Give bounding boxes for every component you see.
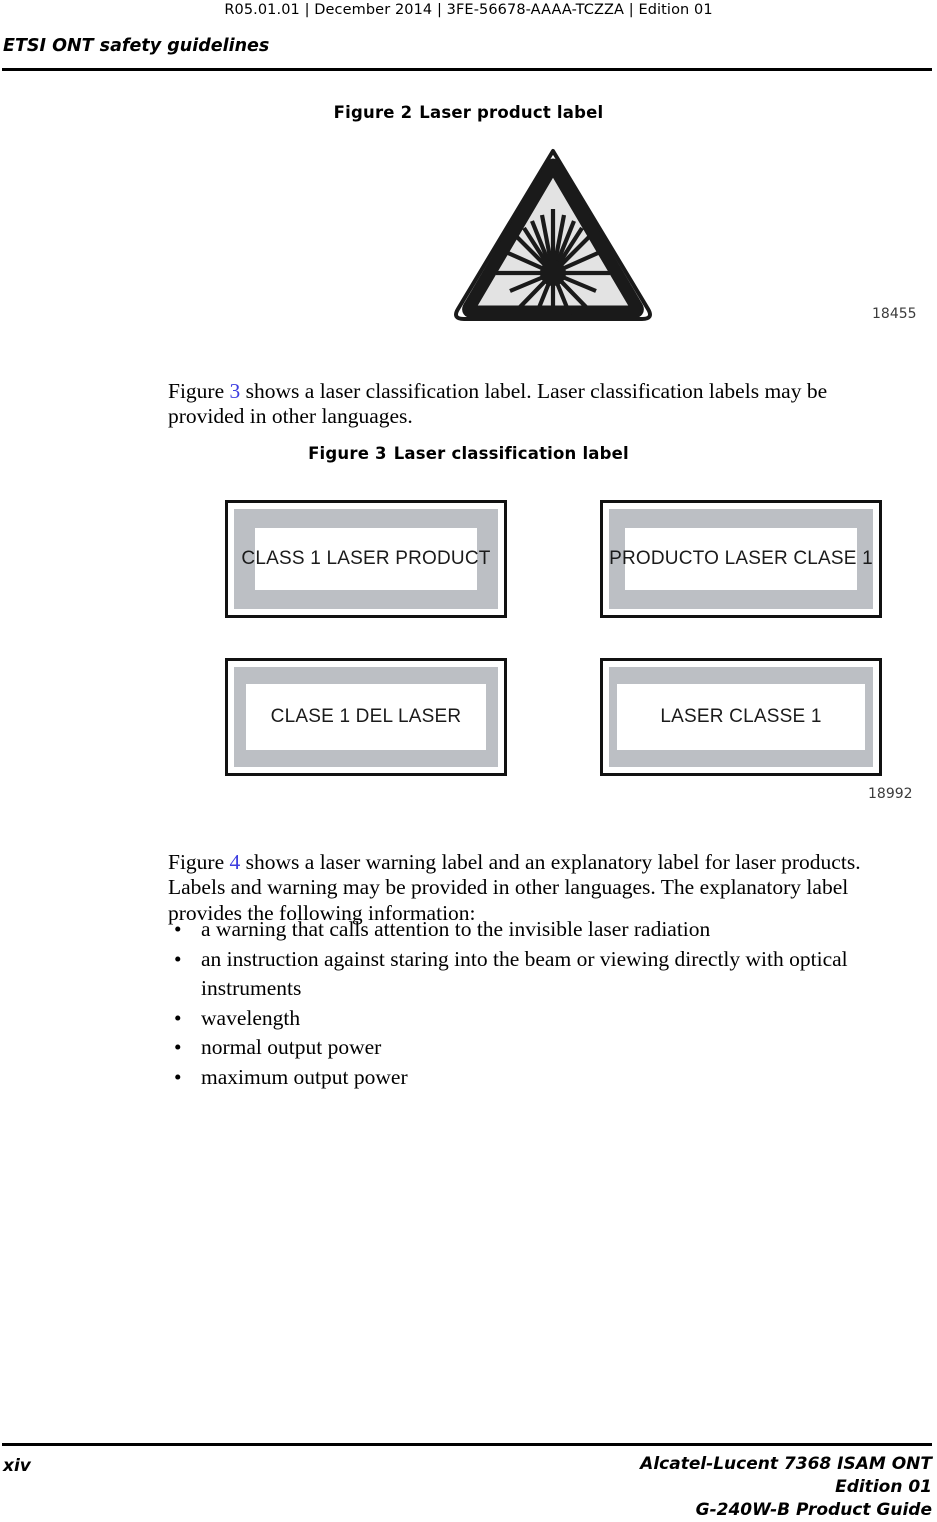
classification-label-plate: CLASE 1 DEL LASER (225, 658, 507, 776)
list-item-label: a warning that calls attention to the in… (201, 917, 711, 941)
footer-divider (2, 1443, 932, 1446)
list-item: • a warning that calls attention to the … (168, 915, 903, 945)
list-item: • normal output power (168, 1033, 903, 1063)
list-item: • an instruction against staring into th… (168, 945, 903, 1004)
list-item: • maximum output power (168, 1063, 903, 1093)
chapter-title: ETSI ONT safety guidelines (3, 36, 270, 56)
figure-2-id: 18455 (872, 306, 917, 322)
figure-2-caption: Figure 2 Laser product label (0, 103, 937, 122)
figure-3-crossref[interactable]: 3 (230, 379, 241, 403)
plate-text-box: LASER CLASSE 1 (617, 684, 865, 750)
figure-3-caption: Figure 3 Laser classification label (0, 444, 937, 463)
plate-text-box: CLASS 1 LASER PRODUCT (241, 528, 490, 590)
running-header: R05.01.01 | December 2014 | 3FE-56678-AA… (224, 2, 713, 18)
footer-edition: Edition 01 (835, 1477, 932, 1497)
figure-3-id: 18992 (868, 786, 913, 802)
par1-text-after: shows a laser classification label. Lase… (168, 378, 828, 429)
plate-gray-field: CLASE 1 DEL LASER (234, 667, 498, 767)
footer-guide-title: G-240W-B Product Guide (695, 1500, 932, 1520)
plate-text-box: CLASE 1 DEL LASER (246, 684, 486, 750)
par2-text-after: shows a laser warning label and an expla… (168, 849, 861, 925)
footer-product-info: Alcatel-Lucent 7368 ISAM ONT Edition 01 … (437, 1453, 932, 1522)
classification-label-plate: LASER CLASSE 1 (600, 658, 882, 776)
bullet-icon: • (174, 946, 182, 971)
bullet-icon: • (174, 1035, 182, 1059)
par1-text-before: Figure (168, 378, 230, 403)
explanatory-label-bullet-list: • a warning that calls attention to the … (168, 915, 903, 1092)
classification-label-plate: CLASS 1 LASER PRODUCT (225, 500, 507, 618)
plate-gray-field: PRODUCTO LASER CLASE 1 (609, 509, 873, 609)
paragraph-figure3-intro: Figure 3 shows a laser classification la… (168, 379, 898, 430)
figure-3-number: Figure 3 (308, 444, 387, 463)
list-item-label: wavelength (201, 1005, 301, 1030)
footer-product-name: Alcatel-Lucent 7368 ISAM ONT (640, 1454, 932, 1474)
laser-hazard-triangle-icon (448, 143, 658, 323)
figure-3-title: Laser classification label (393, 444, 629, 463)
list-item-label: maximum output power (201, 1064, 408, 1089)
figure-2-title: Laser product label (419, 103, 604, 122)
bullet-icon: • (174, 1005, 182, 1030)
list-item-label: an instruction against staring into the … (201, 946, 848, 1001)
plate-text-box: PRODUCTO LASER CLASE 1 (609, 528, 873, 590)
header-divider (2, 68, 932, 71)
footer-page-number: xiv (3, 1456, 31, 1476)
bullet-icon: • (174, 1064, 182, 1089)
document-page: R05.01.01 | December 2014 | 3FE-56678-AA… (0, 0, 937, 1520)
bullet-icon: • (174, 917, 182, 941)
list-item-label: normal output power (201, 1035, 382, 1059)
figure-4-crossref[interactable]: 4 (230, 850, 241, 874)
classification-label-plate: PRODUCTO LASER CLASE 1 (600, 500, 882, 618)
figure-2-number: Figure 2 (333, 103, 413, 122)
list-item: • wavelength (168, 1004, 903, 1034)
par2-text-before: Figure (168, 849, 230, 874)
plate-gray-field: CLASS 1 LASER PRODUCT (234, 509, 498, 609)
plate-gray-field: LASER CLASSE 1 (609, 667, 873, 767)
